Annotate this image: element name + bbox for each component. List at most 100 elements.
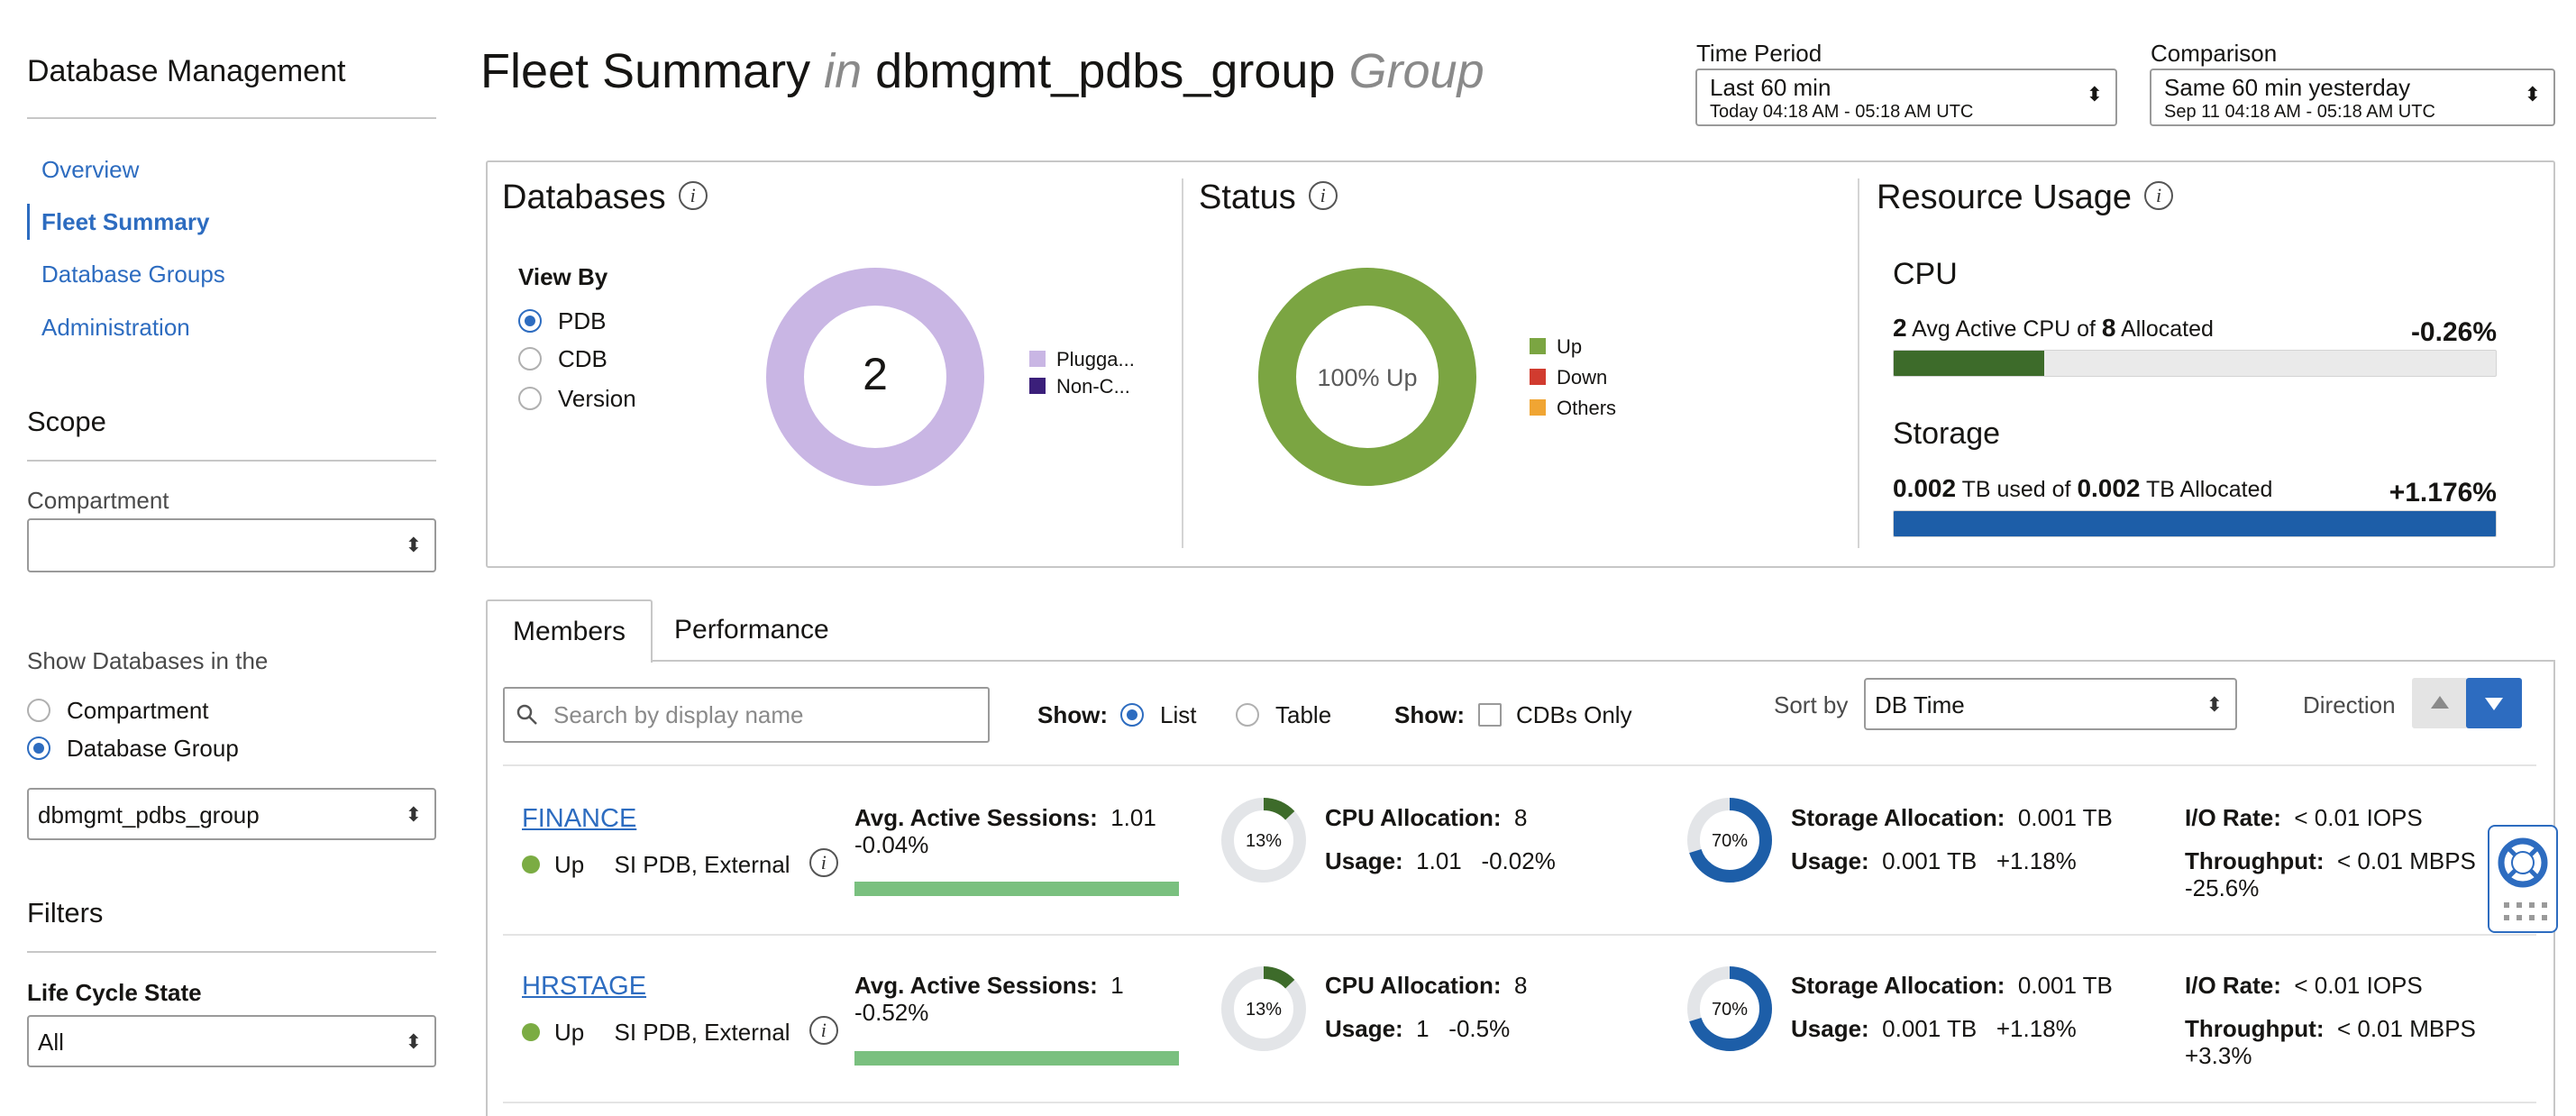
help-widget[interactable] xyxy=(2488,825,2558,933)
page-title-in: in xyxy=(824,44,863,98)
legend-item-pluggable[interactable]: Plugga... xyxy=(1029,346,1135,373)
cpu-usage-bar xyxy=(1893,350,2497,377)
resource-usage-title: Resource Usage i xyxy=(1877,178,2174,217)
page-title-main: Fleet Summary xyxy=(480,44,811,98)
databases-legend: Plugga... Non-C... xyxy=(1029,346,1135,400)
database-group-value: dbmgmt_pdbs_group xyxy=(38,801,260,828)
compartment-label: Compartment xyxy=(27,487,169,514)
view-list-radio[interactable]: List xyxy=(1120,699,1196,731)
comparison-value: Same 60 min yesterday xyxy=(2164,74,2411,101)
lifebuoy-icon xyxy=(2498,837,2548,920)
nav-administration[interactable]: Administration xyxy=(27,309,436,345)
storage-usage-change: +1.18% xyxy=(1996,1015,2077,1042)
nav-database-groups[interactable]: Database Groups xyxy=(27,256,436,292)
cdbs-only-checkbox[interactable]: CDBs Only xyxy=(1478,699,1632,731)
page-title-group: dbmgmt_pdbs_group xyxy=(875,44,1336,98)
tab-members[interactable]: Members xyxy=(486,599,653,663)
databases-donut: 2 xyxy=(766,268,984,486)
cpu-usage: Usage: 1.01 -0.02% xyxy=(1325,847,1556,874)
show2-label: Show: xyxy=(1394,701,1465,728)
lifecycle-state-select[interactable]: All ⬍ xyxy=(27,1015,436,1067)
info-icon[interactable]: i xyxy=(808,848,838,878)
database-link-finance[interactable]: FINANCE xyxy=(522,804,636,834)
aas-label: Avg. Active Sessions: xyxy=(854,972,1098,999)
view-by-pdb[interactable]: PDB xyxy=(518,305,606,337)
cpu-used-text: Avg Active CPU of xyxy=(1912,316,2096,342)
triangle-up-icon xyxy=(2431,696,2449,709)
radio-compartment-label: Compartment xyxy=(67,697,209,724)
view-by-pdb-label: PDB xyxy=(558,307,607,334)
database-type: SI PDB, External xyxy=(614,851,790,878)
legend-swatch xyxy=(1029,351,1046,368)
show-databases-label: Show Databases in the xyxy=(27,647,269,674)
database-status: Up SI PDB, External i xyxy=(522,1016,838,1048)
search-input[interactable] xyxy=(553,701,968,729)
database-link-hrstage[interactable]: HRSTAGE xyxy=(522,972,646,1002)
storage-allocation: Storage Allocation: 0.001 TB xyxy=(1791,804,2113,831)
cpu-ring-label: 13% xyxy=(1246,831,1282,851)
comparison-select[interactable]: Same 60 min yesterday Sep 11 04:18 AM - … xyxy=(2150,69,2555,126)
storage-usage-summary: 0.002 TB used of 0.002 TB Allocated xyxy=(1893,474,2272,503)
compartment-select[interactable]: ⬍ xyxy=(27,518,436,572)
cpu-ring-label: 13% xyxy=(1246,1000,1282,1020)
cpu-usage-label: Usage: xyxy=(1325,847,1403,874)
storage-usage-value: 0.001 TB xyxy=(1882,1015,1978,1042)
legend-swatch xyxy=(1530,338,1546,355)
view-by-cdb[interactable]: CDB xyxy=(518,343,607,375)
radio-compartment[interactable]: Compartment xyxy=(27,694,209,727)
legend-item-down[interactable]: Down xyxy=(1530,364,1616,395)
cpu-usage-change: -0.02% xyxy=(1481,847,1556,874)
tab-performance[interactable]: Performance xyxy=(649,599,854,661)
cpu-allocated-text: Allocated xyxy=(2121,316,2214,342)
storage-ring-chart: 70% xyxy=(1687,798,1772,883)
cpu-ring-chart: 13% xyxy=(1221,798,1306,883)
cpu-used-value: 2 xyxy=(1893,314,1907,342)
sort-by-label: Sort by xyxy=(1774,691,1849,718)
database-status: Up SI PDB, External i xyxy=(522,848,838,881)
sort-descending-button[interactable] xyxy=(2466,678,2522,728)
storage-change: +1.176% xyxy=(2389,478,2497,508)
nav-overview[interactable]: Overview xyxy=(27,151,436,188)
view-table-radio[interactable]: Table xyxy=(1236,699,1331,731)
radio-icon xyxy=(518,387,542,411)
info-icon[interactable]: i xyxy=(808,1016,838,1046)
info-icon[interactable]: i xyxy=(2144,180,2174,210)
search-icon xyxy=(516,704,537,725)
time-period-select[interactable]: Last 60 min Today 04:18 AM - 05:18 AM UT… xyxy=(1695,69,2117,126)
comparison-label: Comparison xyxy=(2151,40,2278,67)
legend-swatch xyxy=(1530,369,1546,386)
radio-database-group[interactable]: Database Group xyxy=(27,732,239,764)
cpu-allocation-value: 8 xyxy=(1513,972,1528,999)
triangle-down-icon xyxy=(2485,698,2503,710)
radio-selected-icon xyxy=(1120,703,1144,727)
database-group-select[interactable]: dbmgmt_pdbs_group ⬍ xyxy=(27,788,436,840)
lifecycle-state-label: Life Cycle State xyxy=(27,979,202,1006)
sidebar-divider xyxy=(27,117,436,119)
view-by-cdb-label: CDB xyxy=(558,345,607,372)
sort-by-select[interactable]: DB Time ⬍ xyxy=(1864,678,2237,730)
select-arrows-icon: ⬍ xyxy=(2086,83,2103,105)
avg-active-sessions: Avg. Active Sessions: 1 xyxy=(854,972,1124,999)
databases-title-text: Databases xyxy=(502,178,666,216)
view-table-label: Table xyxy=(1275,701,1332,728)
sort-ascending-button[interactable] xyxy=(2412,678,2468,728)
status-title-text: Status xyxy=(1199,178,1296,216)
storage-allocation-label: Storage Allocation: xyxy=(1791,972,2005,999)
throughput: Throughput: < 0.01 MBPS xyxy=(2185,847,2476,874)
info-icon[interactable]: i xyxy=(1308,180,1338,210)
info-icon[interactable]: i xyxy=(678,180,708,210)
view-list-label: List xyxy=(1160,701,1197,728)
show-filter-label: Show: xyxy=(1394,699,1465,731)
legend-item-others[interactable]: Others xyxy=(1530,395,1616,425)
view-by-version[interactable]: Version xyxy=(518,382,636,415)
status-text: Up xyxy=(554,1019,585,1046)
legend-item-non-container[interactable]: Non-C... xyxy=(1029,373,1135,400)
cpu-usage-summary: 2 Avg Active CPU of 8 Allocated xyxy=(1893,314,2214,343)
storage-usage-label: Usage: xyxy=(1791,1015,1869,1042)
nav-fleet-summary[interactable]: Fleet Summary xyxy=(27,204,436,240)
legend-item-up[interactable]: Up xyxy=(1530,334,1616,364)
radio-icon xyxy=(518,347,542,371)
cpu-allocation: CPU Allocation: 8 xyxy=(1325,804,1527,831)
throughput-label: Throughput: xyxy=(2185,1015,2325,1042)
time-period-value: Last 60 min xyxy=(1710,74,1832,101)
